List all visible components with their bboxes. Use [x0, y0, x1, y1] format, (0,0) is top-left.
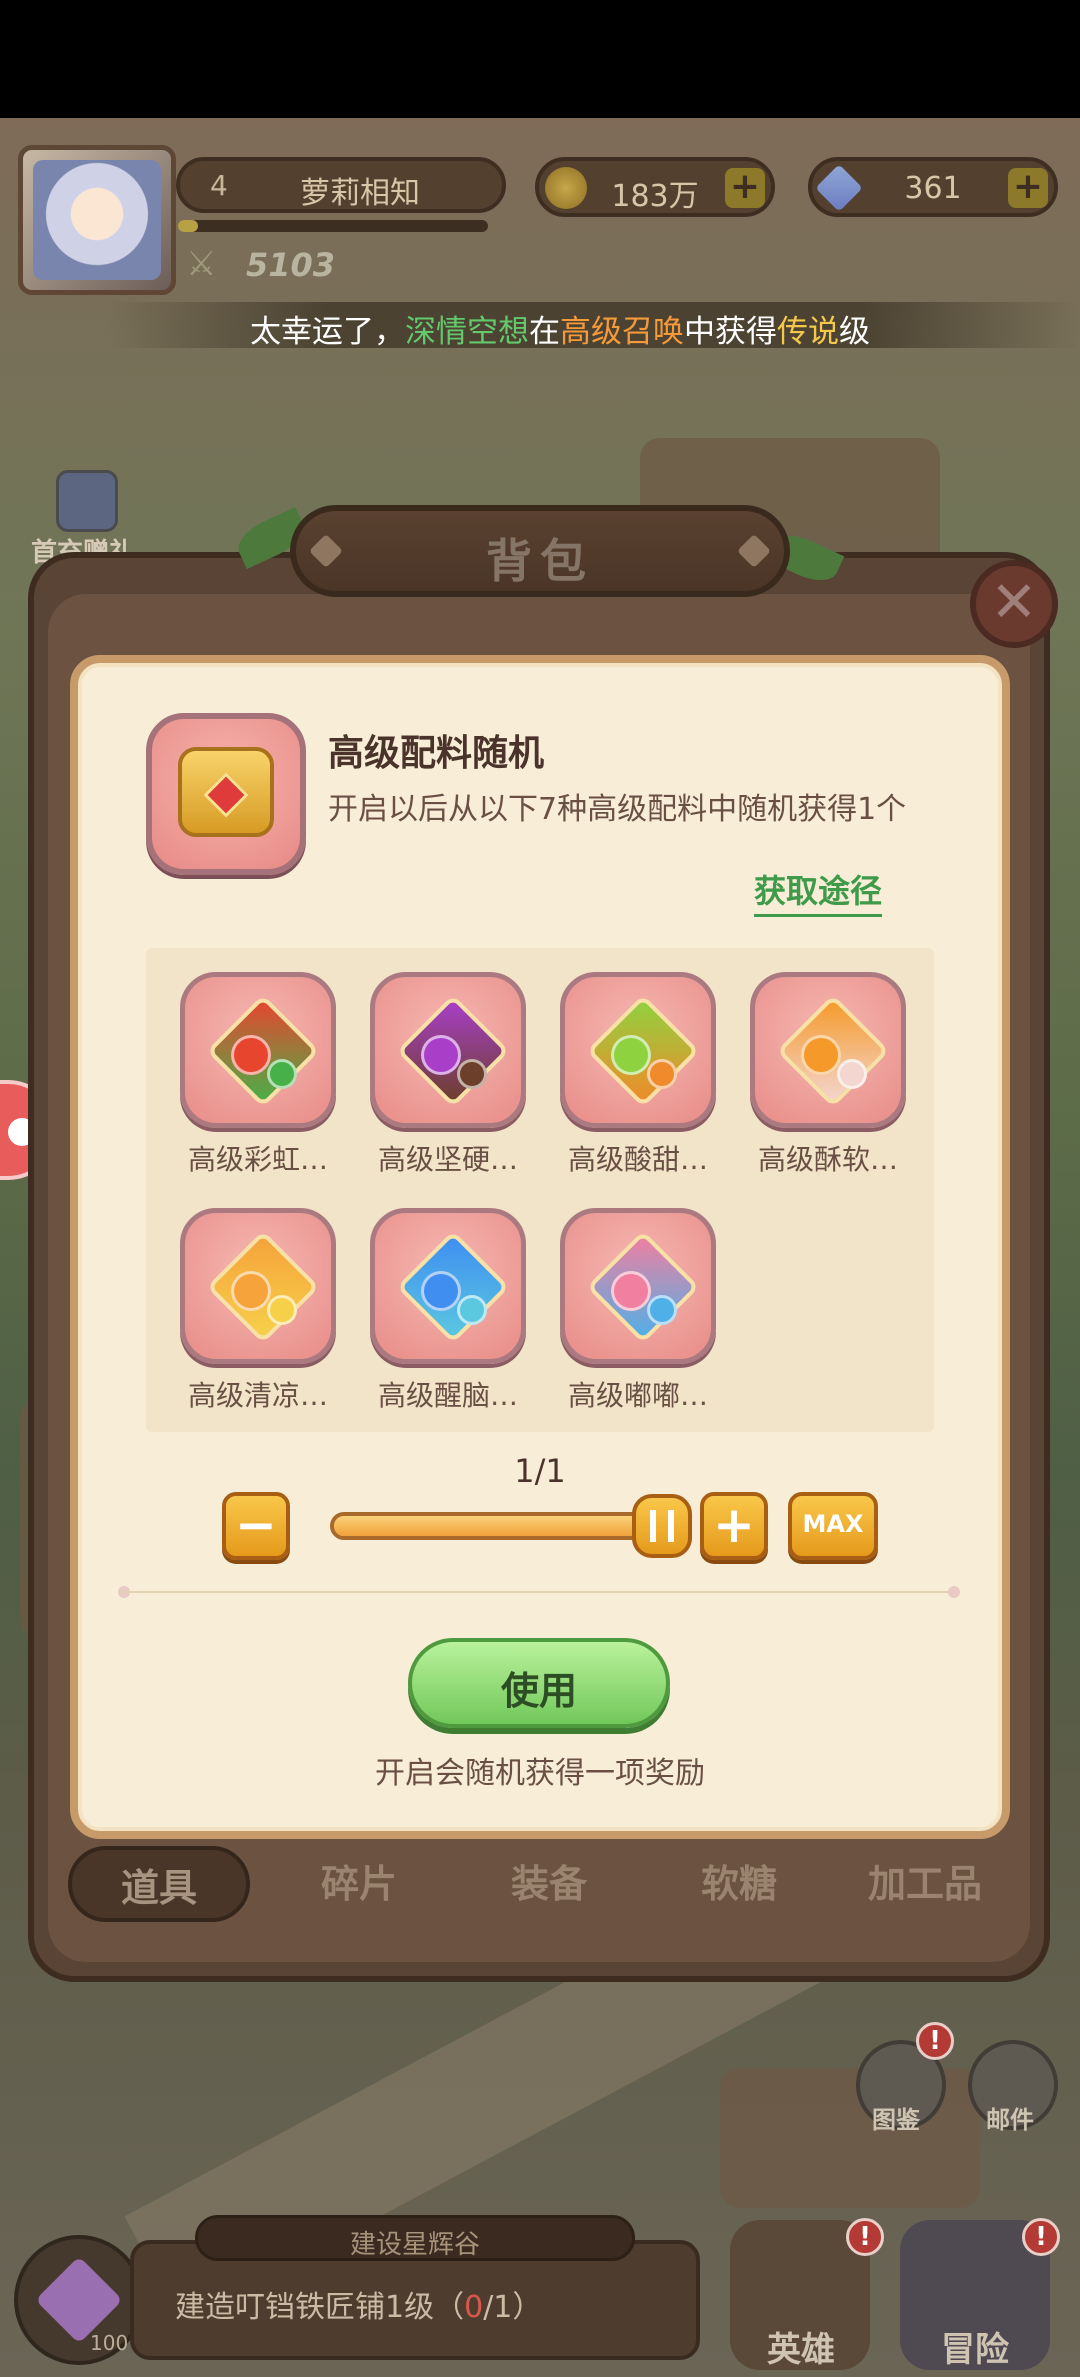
broadcast-banner: 太幸运了，深情空想在高级召唤中获得传说级 [0, 302, 1080, 350]
ingredient-label: 高级清凉… [187, 1379, 328, 1412]
ingredient-label: 高级酸甜… [567, 1143, 708, 1176]
task-description: 建造叮铛铁匠铺1级（0/1） [175, 2290, 543, 2325]
adventure-label: 冒险 [941, 2330, 1009, 2370]
divider [120, 1591, 960, 1593]
ingredient-item[interactable]: 高级酸甜… [558, 972, 722, 1176]
tab-gummies[interactable]: 软糖 [664, 1846, 814, 1922]
gold-coin-icon [545, 167, 587, 209]
slider-handle[interactable] [632, 1494, 692, 1558]
add-diamond-button[interactable]: + [1008, 168, 1048, 208]
task-header: 建设星辉谷 [349, 2230, 480, 2260]
dialog-title: 背包 [486, 534, 594, 588]
ingredient-item[interactable]: 高级醒脑… [368, 1208, 532, 1412]
ingredient-slot [180, 1208, 336, 1364]
player-name: 萝莉相知 [300, 176, 420, 211]
minus-button[interactable]: − [222, 1492, 290, 1560]
ingredient-slot [560, 972, 716, 1128]
max-label: MAX [802, 1510, 864, 1538]
crossed-swords-icon: ⚔ [186, 244, 217, 284]
tab-fragments[interactable]: 碎片 [284, 1846, 434, 1922]
gold-amount: 183万 [611, 179, 699, 214]
ingredient-label: 高级醒脑… [377, 1379, 518, 1412]
hero-badge: ! [846, 2218, 884, 2256]
exp-fill [178, 220, 198, 232]
ingredient-item[interactable]: 高级彩虹… [178, 972, 342, 1176]
ingredient-slot [560, 1208, 716, 1364]
gold-counter: 183万 + [535, 157, 775, 217]
diamond-icon [815, 164, 863, 212]
item-description: 开启以后从以下7种高级配料中随机获得1个 [328, 792, 907, 827]
minus-icon: − [235, 1496, 277, 1554]
power-value: 5103 [246, 246, 336, 284]
status-bar [0, 0, 1080, 118]
ingredient-item[interactable]: 高级酥软… [748, 972, 912, 1176]
catalog-label: 图鉴 [872, 2106, 920, 2134]
ingredient-item[interactable]: 高级坚硬… [368, 972, 532, 1176]
player-level: 4 [210, 169, 228, 202]
power-display: ⚔ 5103 [186, 244, 346, 288]
item-icon [146, 713, 306, 875]
max-button[interactable]: MAX [788, 1492, 878, 1560]
catalog-badge: ! [916, 2022, 954, 2060]
tab-items[interactable]: 道具 [68, 1846, 250, 1922]
backpack-tabs: 道具 碎片 装备 软糖 加工品 [62, 1846, 1012, 1926]
adventure-badge: ! [1022, 2218, 1060, 2256]
gem-reward-icon[interactable]: 100 [14, 2235, 144, 2365]
broadcast-text: 太幸运了，深情空想在高级召唤中获得传说级 [250, 314, 870, 350]
dialog-title-plate: 背包 [290, 505, 790, 597]
ingredient-slot [750, 972, 906, 1128]
player-avatar[interactable] [18, 145, 176, 295]
exp-bar [178, 220, 488, 232]
ingredient-slot [180, 972, 336, 1128]
tab-equipment[interactable]: 装备 [474, 1846, 624, 1922]
task-header-plate: 建设星辉谷 [195, 2215, 635, 2261]
mail-label: 邮件 [986, 2106, 1034, 2134]
gem-count: 100 [90, 2331, 129, 2355]
item-name: 高级配料随机 [328, 733, 545, 774]
avatar-image [33, 160, 161, 280]
ingredient-item[interactable]: 高级嘟嘟… [558, 1208, 722, 1412]
add-gold-button[interactable]: + [725, 168, 765, 208]
tab-processed[interactable]: 加工品 [840, 1846, 1010, 1922]
use-button[interactable]: 使用 [408, 1638, 670, 1728]
get-path-link[interactable]: 获取途径 [754, 866, 883, 917]
close-button[interactable]: ✕ [970, 560, 1058, 648]
use-button-label: 使用 [500, 1669, 577, 1713]
ingredient-label: 高级坚硬… [377, 1143, 518, 1176]
diamond-counter: 361 + [808, 157, 1058, 217]
diamond-amount: 361 [904, 171, 962, 206]
use-hint: 开启会随机获得一项奖励 [375, 1756, 705, 1791]
ingredient-label: 高级嘟嘟… [567, 1379, 708, 1412]
quantity-slider[interactable] [330, 1512, 670, 1540]
player-name-bar[interactable]: 4 萝莉相知 [176, 157, 506, 213]
ingredient-item[interactable]: 高级清凉… [178, 1208, 342, 1412]
plus-button[interactable]: + [700, 1492, 768, 1560]
pause-grip-icon [650, 1510, 674, 1542]
ingredient-slot [370, 972, 526, 1128]
ingredient-label: 高级酥软… [757, 1143, 898, 1176]
slider-fill [334, 1516, 666, 1536]
ingredient-label: 高级彩虹… [187, 1143, 328, 1176]
hero-label: 英雄 [767, 2330, 835, 2370]
close-icon: ✕ [990, 570, 1038, 635]
plus-icon: + [713, 1496, 755, 1554]
gift-icon [56, 470, 118, 532]
ingredient-slot [370, 1208, 526, 1364]
quantity-count: 1/1 [514, 1452, 566, 1490]
